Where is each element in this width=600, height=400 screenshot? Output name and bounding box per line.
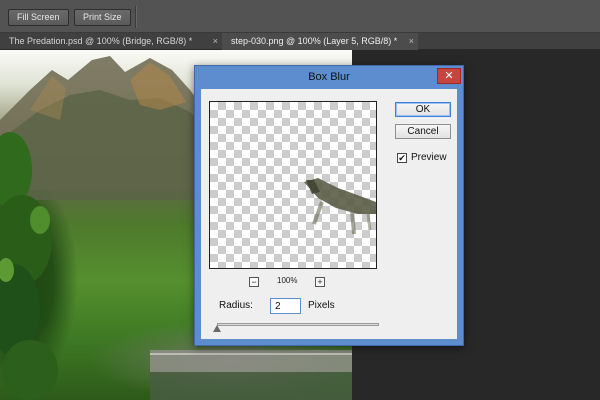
radius-slider-track[interactable]: [217, 323, 379, 326]
preview-checkbox[interactable]: ✔: [397, 153, 407, 163]
filter-preview[interactable]: [209, 101, 377, 269]
cancel-button[interactable]: Cancel: [395, 124, 451, 139]
tab-close-icon[interactable]: ×: [409, 33, 414, 50]
box-blur-dialog: Box Blur ✕ − 100% + Radius: Pixels OK Ca…: [194, 65, 464, 346]
toolbar-divider: [135, 6, 137, 28]
foliage-image: [0, 132, 58, 400]
dialog-body: − 100% + Radius: Pixels OK Cancel ✔ Prev…: [201, 89, 457, 339]
radius-unit: Pixels: [308, 300, 335, 311]
close-icon[interactable]: ✕: [437, 68, 461, 84]
dialog-title[interactable]: Box Blur: [195, 66, 463, 88]
radius-input[interactable]: [270, 298, 301, 314]
fill-screen-button[interactable]: Fill Screen: [8, 9, 69, 26]
zoom-in-icon[interactable]: +: [315, 277, 325, 287]
tab-label: step-030.png @ 100% (Layer 5, RGB/8) *: [231, 36, 398, 46]
options-bar: Fill Screen Print Size: [0, 0, 600, 33]
radius-slider-thumb[interactable]: [213, 325, 221, 332]
zoom-level: 100%: [277, 276, 298, 285]
preview-creature-image: [304, 178, 376, 235]
tab-the-predation[interactable]: The Predation.psd @ 100% (Bridge, RGB/8)…: [0, 33, 222, 50]
document-tab-bar: The Predation.psd @ 100% (Bridge, RGB/8)…: [0, 33, 600, 50]
print-size-button[interactable]: Print Size: [74, 9, 131, 26]
ok-button[interactable]: OK: [395, 102, 451, 117]
radius-label: Radius:: [219, 300, 253, 311]
tab-step-030[interactable]: step-030.png @ 100% (Layer 5, RGB/8) * ×: [222, 33, 418, 50]
tab-label: The Predation.psd @ 100% (Bridge, RGB/8)…: [9, 36, 193, 46]
tab-close-icon[interactable]: ×: [213, 33, 218, 50]
zoom-out-icon[interactable]: −: [249, 277, 259, 287]
preview-label: Preview: [411, 152, 447, 163]
